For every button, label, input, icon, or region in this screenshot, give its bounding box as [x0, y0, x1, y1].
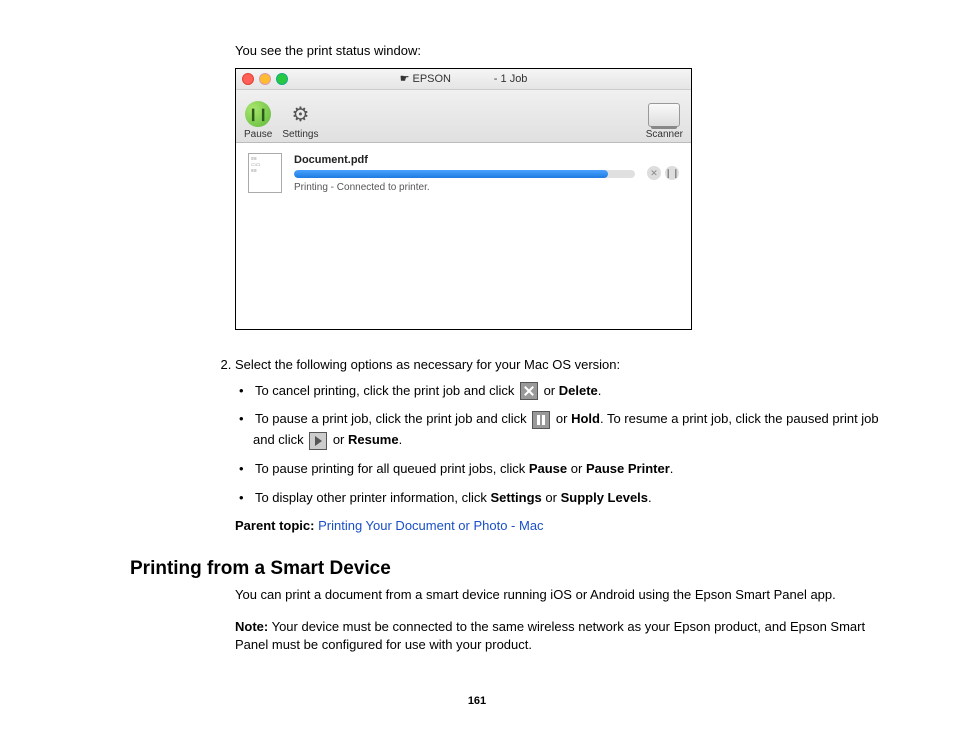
print-status-window: ☛ EPSON - 1 Job ❙❙ Pause ⚙ Settings Scan…	[235, 68, 692, 330]
parent-topic: Parent topic: Printing Your Document or …	[235, 516, 894, 536]
settings-button[interactable]: ⚙ Settings	[282, 101, 318, 140]
print-job-row[interactable]: ≡≡▭▭≡≡ Document.pdf Printing - Connected…	[236, 143, 691, 203]
document-icon: ≡≡▭▭≡≡	[248, 153, 282, 193]
gear-icon: ⚙	[287, 101, 313, 127]
pause-icon: ❙❙	[245, 101, 271, 127]
page-number: 161	[60, 695, 894, 707]
window-titlebar: ☛ EPSON - 1 Job	[236, 69, 691, 90]
scanner-button[interactable]: Scanner	[646, 103, 683, 140]
minimize-icon[interactable]	[259, 73, 271, 85]
job-filename: Document.pdf	[294, 154, 635, 166]
bullet-pause-all: To pause printing for all queued print j…	[253, 459, 894, 480]
cancel-job-icon[interactable]: ✕	[647, 166, 661, 180]
smart-device-note: Note: Your device must be connected to t…	[235, 618, 894, 654]
progress-bar	[294, 170, 635, 178]
intro-text: You see the print status window:	[235, 43, 894, 58]
parent-topic-link[interactable]: Printing Your Document or Photo - Mac	[318, 518, 543, 533]
pause-inline-icon	[532, 411, 550, 429]
pause-button[interactable]: ❙❙ Pause	[244, 101, 272, 140]
bullet-cancel: To cancel printing, click the print job …	[253, 381, 894, 402]
resume-inline-icon	[309, 432, 327, 450]
bullet-pause-job: To pause a print job, click the print jo…	[253, 409, 894, 451]
window-title: ☛ EPSON - 1 Job	[236, 69, 691, 89]
zoom-icon[interactable]	[276, 73, 288, 85]
smart-device-intro: You can print a document from a smart de…	[235, 586, 894, 604]
x-icon	[520, 382, 538, 400]
section-heading-smart-device: Printing from a Smart Device	[130, 558, 894, 580]
pause-job-icon[interactable]: ❙❙	[665, 166, 679, 180]
scanner-icon	[648, 103, 680, 127]
job-status: Printing - Connected to printer.	[294, 182, 635, 193]
traffic-lights	[242, 73, 288, 85]
bullet-settings: To display other printer information, cl…	[253, 488, 894, 509]
step-2: Select the following options as necessar…	[235, 355, 894, 536]
close-icon[interactable]	[242, 73, 254, 85]
toolbar: ❙❙ Pause ⚙ Settings Scanner	[236, 90, 691, 143]
